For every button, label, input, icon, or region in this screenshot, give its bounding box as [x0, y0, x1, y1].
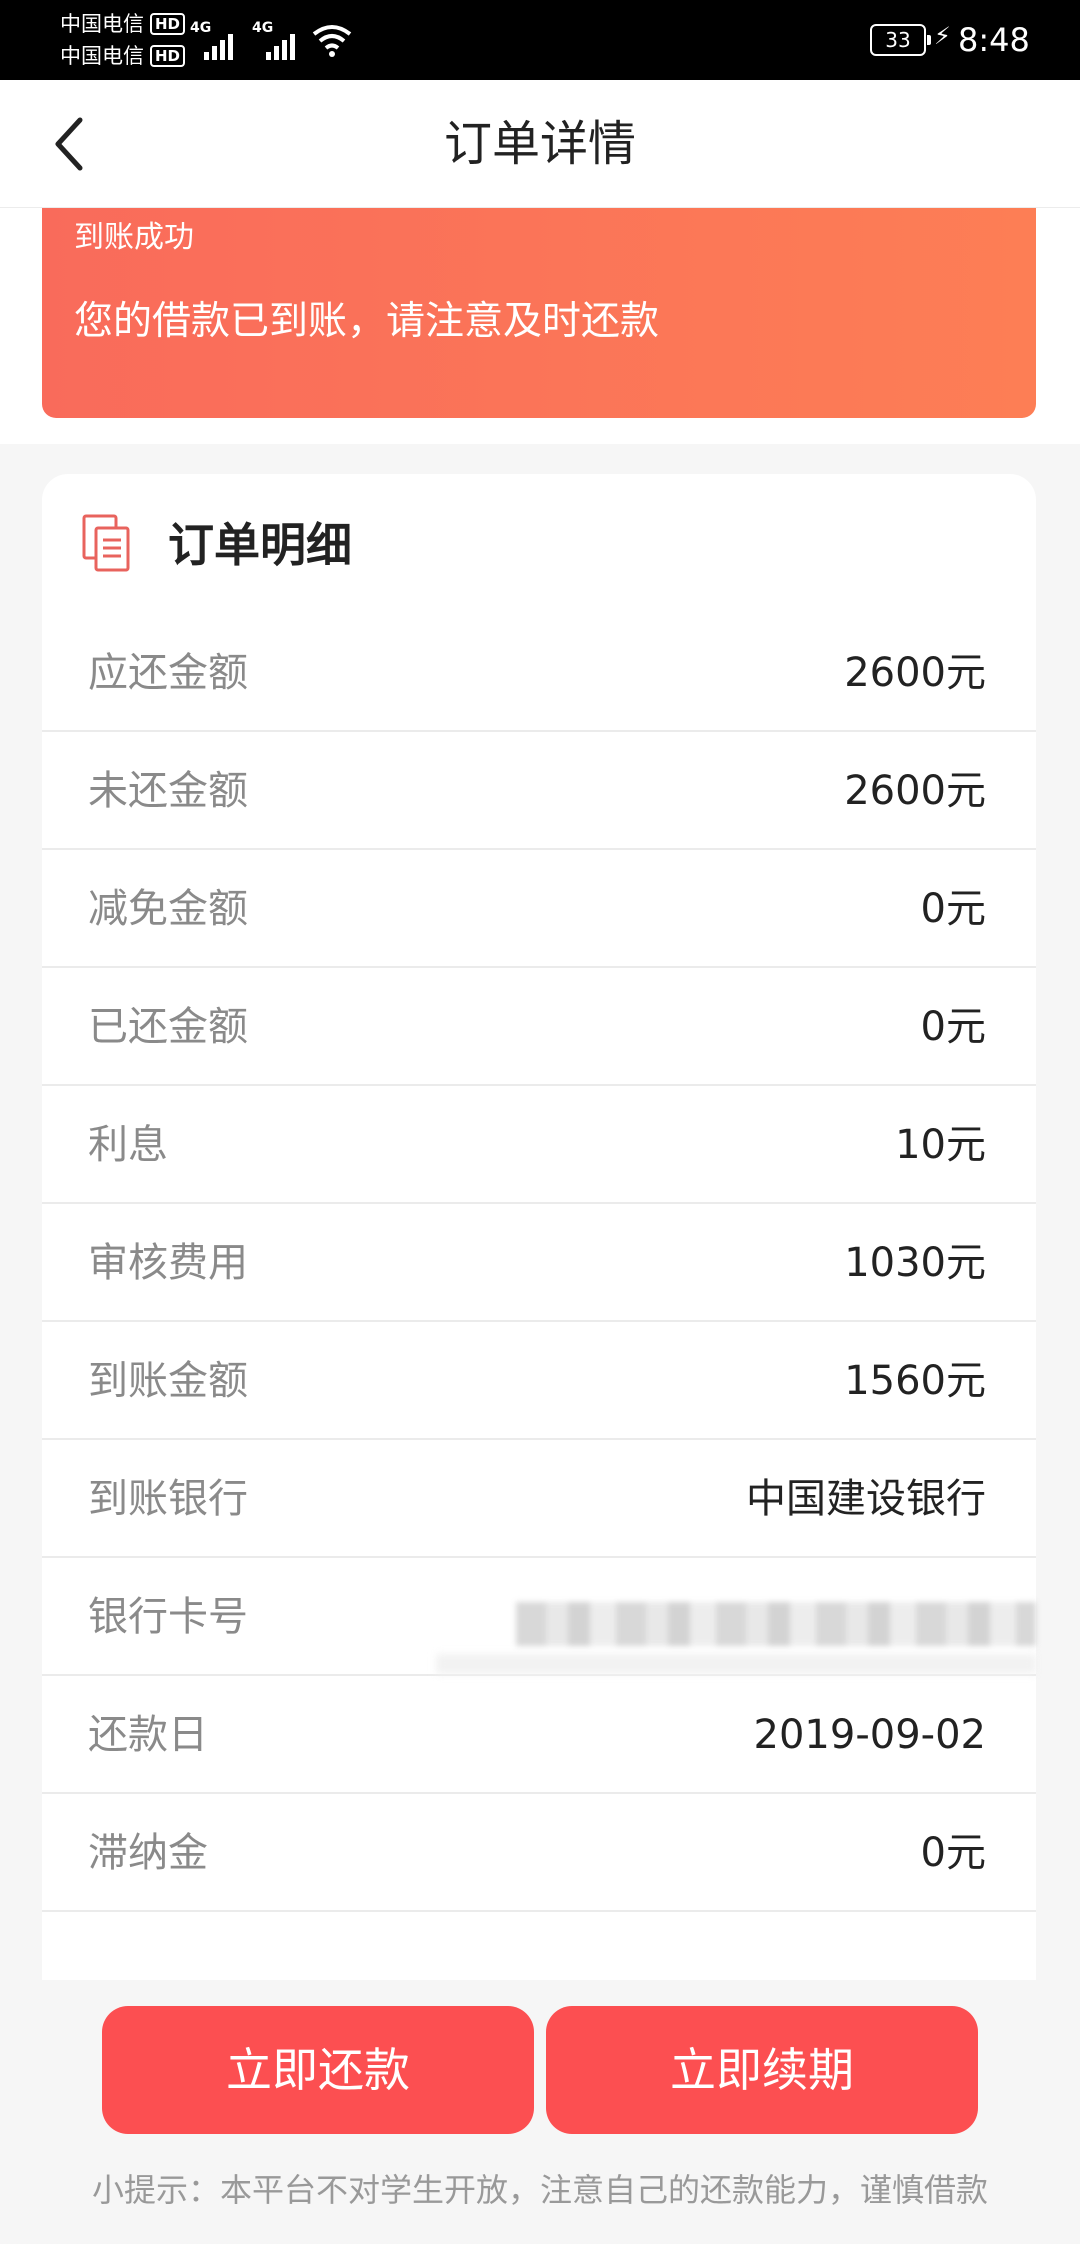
- detail-row: 银行卡号: [42, 1558, 1036, 1676]
- row-value: 1560元: [844, 1358, 986, 1404]
- carrier-1-label: 中国电信: [60, 12, 144, 36]
- row-label: 审核费用: [88, 1240, 248, 1286]
- charging-icon: ⚡: [934, 22, 951, 50]
- repay-now-button[interactable]: 立即还款: [102, 2006, 534, 2134]
- status-banner: 到账成功 您的借款已到账，请注意及时还款: [42, 208, 1036, 418]
- status-bar: 中国电信 HD 中国电信 HD 4G 4G 33 ⚡ 8:48: [0, 0, 1080, 80]
- signal-1-icon: 4G: [190, 20, 240, 60]
- row-label: 减免金额: [88, 886, 248, 932]
- row-label: 未还金额: [88, 768, 248, 814]
- row-value: 0元: [920, 1004, 986, 1050]
- renew-now-button[interactable]: 立即续期: [546, 2006, 978, 2134]
- row-value: 2600元: [844, 768, 986, 814]
- detail-row: 已还金额 0元: [42, 968, 1036, 1086]
- row-value: 0元: [920, 886, 986, 932]
- banner-title: 到账成功: [74, 220, 194, 255]
- carrier-2: 中国电信 HD: [60, 42, 186, 70]
- detail-row: 滞纳金 0元: [42, 1794, 1036, 1912]
- hd-badge: HD: [150, 13, 186, 35]
- row-label: 滞纳金: [88, 1830, 208, 1876]
- page-title: 订单详情: [443, 116, 636, 172]
- app-header: 订单详情: [0, 80, 1080, 208]
- row-value: 10元: [895, 1122, 986, 1168]
- banner-section: 到账成功 您的借款已到账，请注意及时还款: [0, 208, 1080, 444]
- document-icon: [82, 514, 130, 572]
- wifi-icon: [312, 25, 352, 57]
- row-label: 到账银行: [88, 1476, 248, 1522]
- carrier-2-label: 中国电信: [60, 44, 144, 68]
- detail-row: 减免金额 0元: [42, 850, 1036, 968]
- row-value: 2019-09-02: [753, 1712, 986, 1758]
- detail-row: 还款日 2019-09-02: [42, 1676, 1036, 1794]
- row-label: 应还金额: [88, 650, 248, 696]
- hd-badge: HD: [150, 45, 186, 67]
- detail-list: 应还金额 2600元 未还金额 2600元 减免金额 0元 已还金额 0元 利息…: [42, 614, 1036, 1912]
- row-value: 2600元: [844, 650, 986, 696]
- row-value: 0元: [920, 1830, 986, 1876]
- tip-text: 小提示：本平台不对学生开放，注意自己的还款能力，谨慎借款: [91, 2171, 988, 2209]
- battery-icon: 33: [870, 24, 931, 56]
- clock: 8:48: [958, 21, 1030, 59]
- card-title: 订单明细: [168, 518, 352, 572]
- order-details-card: 订单明细 应还金额 2600元 未还金额 2600元 减免金额 0元 已还金额 …: [42, 474, 1036, 1980]
- detail-row: 未还金额 2600元: [42, 732, 1036, 850]
- redaction-smudge: [436, 1654, 1036, 1674]
- signal-2-icon: 4G: [252, 20, 302, 60]
- detail-row: 到账银行 中国建设银行: [42, 1440, 1036, 1558]
- detail-row: 应还金额 2600元: [42, 614, 1036, 732]
- carrier-1: 中国电信 HD: [60, 10, 186, 38]
- row-label: 利息: [88, 1122, 168, 1168]
- banner-message: 您的借款已到账，请注意及时还款: [74, 299, 660, 344]
- redacted-card-number: [516, 1602, 1036, 1646]
- row-label: 已还金额: [88, 1004, 248, 1050]
- card-header: 订单明细: [42, 474, 1036, 614]
- row-label: 银行卡号: [88, 1594, 248, 1640]
- detail-row: 审核费用 1030元: [42, 1204, 1036, 1322]
- detail-row: 到账金额 1560元: [42, 1322, 1036, 1440]
- row-label: 还款日: [88, 1712, 208, 1758]
- detail-row: 利息 10元: [42, 1086, 1036, 1204]
- row-value: 1030元: [844, 1240, 986, 1286]
- row-value: 中国建设银行: [746, 1476, 986, 1522]
- row-label: 到账金额: [88, 1358, 248, 1404]
